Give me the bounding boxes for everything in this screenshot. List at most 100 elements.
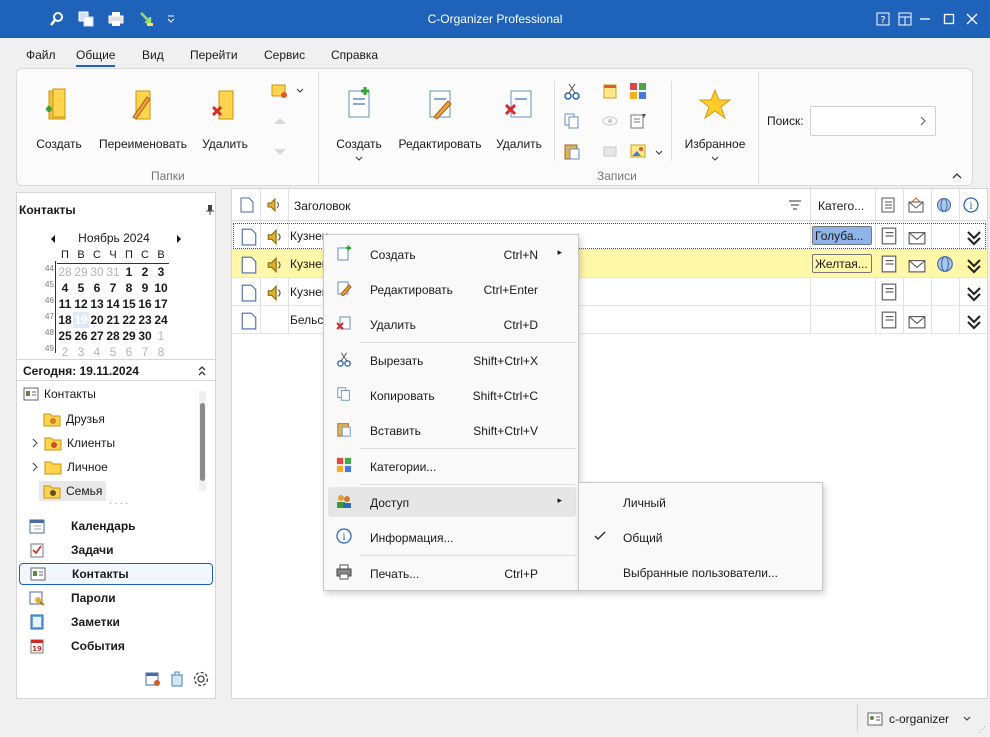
calendar-day[interactable]: 20 xyxy=(89,312,105,328)
calendar-day[interactable]: 7 xyxy=(105,280,121,296)
calendar-day[interactable]: 3 xyxy=(73,344,89,360)
next-month-icon[interactable] xyxy=(175,234,183,244)
tree-root[interactable]: Контакты xyxy=(23,387,96,401)
expand-chevron-icon[interactable] xyxy=(31,462,39,472)
folder-rename-button[interactable]: Переименовать xyxy=(95,87,191,151)
menu-view[interactable]: Вид xyxy=(142,48,164,62)
calendar-day[interactable]: 30 xyxy=(89,264,105,280)
globe-icon[interactable] xyxy=(936,197,952,213)
ctx-edit[interactable]: Редактировать Ctrl+Enter xyxy=(328,274,576,304)
calendar-day[interactable]: 1 xyxy=(121,264,137,280)
help-icon[interactable]: ? xyxy=(872,8,894,30)
calendar-day[interactable]: 4 xyxy=(57,280,73,296)
ctx-paste[interactable]: Вставить Shift+Ctrl+V xyxy=(328,415,576,445)
expand-row-icon[interactable] xyxy=(965,229,983,247)
favorites-button[interactable]: Избранное xyxy=(681,87,749,165)
calendar-day[interactable]: 6 xyxy=(89,280,105,296)
calendar-day[interactable]: 4 xyxy=(89,344,105,360)
tree-scroll-thumb[interactable] xyxy=(200,403,205,481)
gear-icon[interactable] xyxy=(192,670,210,688)
ctx-access[interactable]: Доступ ▸ xyxy=(328,487,576,517)
calendar-day[interactable]: 6 xyxy=(121,344,137,360)
image-icon[interactable] xyxy=(629,142,647,160)
calendar-day[interactable]: 12 xyxy=(73,296,89,312)
calendar-day[interactable]: 7 xyxy=(137,344,153,360)
mail-icon[interactable] xyxy=(908,197,924,213)
paste-icon[interactable] xyxy=(563,142,581,160)
calendar-day[interactable]: 11 xyxy=(57,296,73,312)
calendar-day[interactable]: 23 xyxy=(137,312,153,328)
tree-item-family[interactable]: Семья xyxy=(39,481,107,501)
maximize-icon[interactable] xyxy=(938,8,960,30)
calendar-day[interactable]: 14 xyxy=(105,296,121,312)
collapse-ribbon-icon[interactable] xyxy=(951,172,963,180)
folder-options-chevron-icon[interactable] xyxy=(295,87,305,95)
minimize-icon[interactable] xyxy=(914,8,936,30)
menu-service[interactable]: Сервис xyxy=(264,48,305,62)
calendar-day[interactable]: 8 xyxy=(121,280,137,296)
calendar-day[interactable]: 10 xyxy=(153,280,169,296)
search-go-icon[interactable] xyxy=(919,116,927,126)
info-icon[interactable]: i xyxy=(963,197,979,213)
cut-icon[interactable] xyxy=(563,82,581,100)
access-private[interactable]: Личный xyxy=(579,487,822,517)
today-bar[interactable]: Сегодня: 19.11.2024 xyxy=(17,359,215,381)
splitter-grip[interactable]: · · · · xyxy=(109,498,129,508)
calendar-day[interactable]: 28 xyxy=(57,264,73,280)
ctx-create[interactable]: Создать Ctrl+N ▸ xyxy=(328,239,576,269)
calendar-day[interactable]: 9 xyxy=(137,280,153,296)
calendar-day[interactable]: 5 xyxy=(73,280,89,296)
menu-general[interactable]: Общие xyxy=(76,48,116,67)
nav-contacts[interactable]: Контакты xyxy=(19,563,213,585)
tree-scrollbar[interactable] xyxy=(199,391,206,491)
phone-book-icon[interactable] xyxy=(880,197,896,213)
close-icon[interactable] xyxy=(961,8,983,30)
folder-settings-icon[interactable] xyxy=(271,82,289,100)
column-title-header[interactable]: Заголовок xyxy=(294,199,350,213)
sound-icon[interactable] xyxy=(266,197,282,213)
tree-item-clients[interactable]: Клиенты xyxy=(31,435,115,451)
resize-grip[interactable]: ⋰ xyxy=(978,725,986,734)
calendar-day[interactable]: 22 xyxy=(121,312,137,328)
calendar-day[interactable]: 28 xyxy=(105,328,121,344)
document-icon[interactable] xyxy=(240,197,254,213)
copy-icon[interactable] xyxy=(563,112,581,130)
search-input[interactable] xyxy=(810,106,936,136)
calendar-day[interactable]: 2 xyxy=(137,264,153,280)
ctx-delete[interactable]: Удалить Ctrl+D xyxy=(328,309,576,339)
menu-help[interactable]: Справка xyxy=(331,48,378,62)
access-selected-users[interactable]: Выбранные пользователи... xyxy=(579,557,822,587)
nav-events[interactable]: 19 События xyxy=(19,635,213,657)
note-icon[interactable] xyxy=(601,82,619,100)
calendar-day[interactable]: 31 xyxy=(105,264,121,280)
recycle-bin-icon[interactable] xyxy=(169,671,185,687)
nav-calendar[interactable]: Календарь xyxy=(19,515,213,537)
ctx-print[interactable]: Печать... Ctrl+P xyxy=(328,558,576,588)
user-selector[interactable]: c-organizer xyxy=(857,705,977,732)
nav-notes[interactable]: Заметки xyxy=(19,611,213,633)
layout-icon[interactable] xyxy=(894,8,916,30)
access-shared[interactable]: Общий xyxy=(579,522,822,552)
more-tools-chevron-icon[interactable] xyxy=(654,149,664,157)
ctx-copy[interactable]: Копировать Shift+Ctrl+C xyxy=(328,380,576,410)
menu-go[interactable]: Перейти xyxy=(190,48,238,62)
tree-item-personal[interactable]: Личное xyxy=(31,459,108,475)
pin-icon[interactable] xyxy=(206,204,214,216)
calendar-day[interactable]: 16 xyxy=(137,296,153,312)
ctx-cut[interactable]: Вырезать Shift+Ctrl+X xyxy=(328,345,576,375)
filter-icon[interactable] xyxy=(788,200,802,210)
ctx-info[interactable]: i Информация... xyxy=(328,522,576,552)
menu-file[interactable]: Файл xyxy=(26,48,56,62)
calendar-day[interactable]: 25 xyxy=(57,328,73,344)
expand-row-icon[interactable] xyxy=(965,313,983,331)
calendar-day[interactable]: 26 xyxy=(73,328,89,344)
record-create-button[interactable]: Создать xyxy=(329,87,389,165)
calendar-day[interactable]: 2 xyxy=(57,344,73,360)
calendar-day[interactable]: 30 xyxy=(137,328,153,344)
collapse-calendar-icon[interactable] xyxy=(197,365,207,377)
nav-tasks[interactable]: Задачи xyxy=(19,539,213,561)
column-category-header[interactable]: Катего... xyxy=(818,199,864,213)
nav-passwords[interactable]: Пароли xyxy=(19,587,213,609)
calendar-day[interactable]: 29 xyxy=(73,264,89,280)
calendar-day[interactable]: 13 xyxy=(89,296,105,312)
